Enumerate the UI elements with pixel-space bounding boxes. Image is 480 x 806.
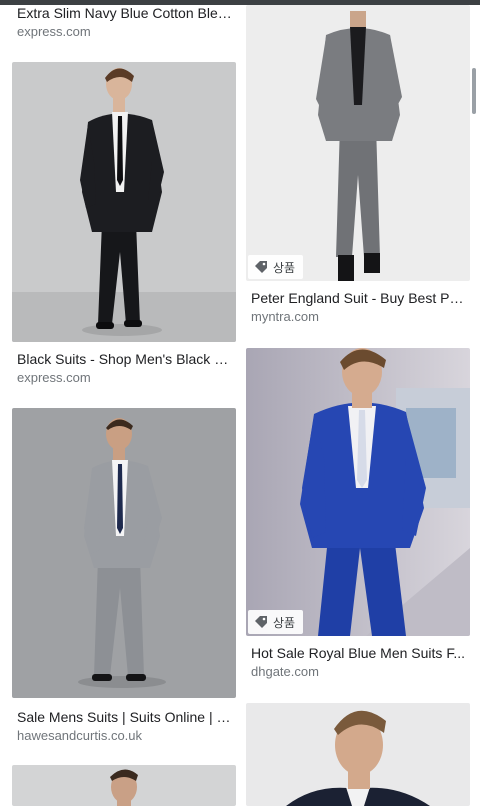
result-image[interactable]	[12, 408, 236, 698]
result-source: express.com	[17, 24, 91, 39]
result-card-1[interactable]: 상품 Peter England Suit - Buy Best Pe... m…	[240, 0, 480, 330]
result-title[interactable]: Hot Sale Royal Blue Men Suits F...	[251, 644, 466, 662]
result-source: myntra.com	[251, 309, 319, 324]
result-card-4[interactable]: Sale Mens Suits | Suits Online | M... ha…	[0, 408, 240, 748]
badge-label: 상품	[273, 260, 296, 275]
tag-icon	[255, 261, 267, 273]
result-image[interactable]	[246, 703, 470, 806]
result-source: express.com	[17, 370, 91, 385]
result-image[interactable]	[12, 765, 236, 806]
result-source: hawesandcurtis.co.uk	[17, 728, 143, 743]
result-title[interactable]: Peter England Suit - Buy Best Pe...	[251, 289, 466, 307]
result-source: dhgate.com	[251, 664, 319, 679]
result-card-6[interactable]	[0, 765, 240, 806]
product-badge: 상품	[248, 610, 304, 634]
result-image[interactable]: 상품	[246, 348, 470, 636]
badge-label: 상품	[273, 615, 296, 630]
result-card-5[interactable]	[240, 703, 480, 806]
result-title[interactable]: Black Suits - Shop Men's Black S...	[17, 350, 232, 368]
result-title[interactable]: Extra Slim Navy Blue Cotton Blen...	[17, 4, 232, 22]
result-card-2[interactable]: Black Suits - Shop Men's Black S... expr…	[0, 62, 240, 392]
result-image[interactable]	[12, 62, 236, 342]
result-title[interactable]: Sale Mens Suits | Suits Online | M...	[17, 708, 232, 726]
result-card-0[interactable]: Extra Slim Navy Blue Cotton Blen... expr…	[0, 0, 240, 45]
result-image[interactable]: 상품	[246, 5, 470, 281]
result-card-3[interactable]: 상품 Hot Sale Royal Blue Men Suits F... dh…	[240, 348, 480, 688]
tag-icon	[255, 616, 267, 628]
product-badge: 상품	[248, 255, 304, 279]
